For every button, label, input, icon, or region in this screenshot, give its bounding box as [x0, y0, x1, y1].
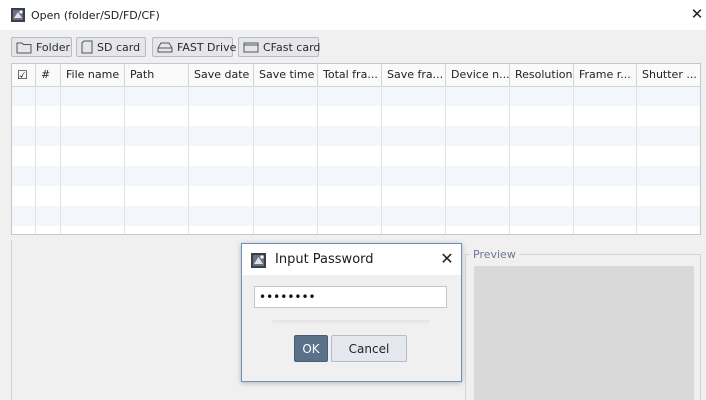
table-row[interactable]: [12, 166, 700, 186]
fast-drive-icon: [157, 42, 173, 53]
password-input[interactable]: [254, 286, 447, 308]
table-bottom-line: [12, 234, 701, 235]
column-divider: [636, 86, 637, 234]
folder-button-label: Folder: [36, 40, 70, 54]
source-toolbar: Folder SD card FAST Drive CFast card: [0, 30, 706, 60]
folder-button[interactable]: Folder: [11, 37, 72, 57]
sd-card-button-label: SD card: [97, 40, 141, 54]
dialog-title: Input Password: [275, 252, 374, 267]
table-row[interactable]: [12, 186, 700, 206]
window-title: Open (folder/SD/FD/CF): [31, 9, 160, 22]
column-divider: [124, 86, 125, 234]
app-icon: [11, 8, 25, 22]
dialog-title-bar: Input Password ✕: [242, 244, 461, 275]
table-header: ☑ # File name Path Save date Save time T…: [12, 64, 700, 87]
preview-label: Preview: [470, 248, 519, 261]
ok-button[interactable]: OK: [294, 335, 328, 362]
column-divider: [35, 86, 36, 234]
column-divider: [573, 86, 574, 234]
dialog-close-button[interactable]: ✕: [440, 250, 454, 268]
column-header-number[interactable]: #: [36, 64, 61, 86]
column-divider: [445, 86, 446, 234]
cfast-card-button[interactable]: CFast card: [238, 37, 321, 57]
column-divider: [509, 86, 510, 234]
column-header-path[interactable]: Path: [125, 64, 189, 86]
folder-icon: [16, 42, 32, 53]
column-header-save-frames[interactable]: Save fra...: [382, 64, 446, 86]
left-panel-border: [11, 240, 12, 400]
table-row[interactable]: [12, 86, 700, 106]
column-header-shutter[interactable]: Shutter ...: [637, 64, 700, 86]
column-divider: [317, 86, 318, 234]
column-header-device-name[interactable]: Device n...: [446, 64, 510, 86]
cfast-card-button-label: CFast card: [263, 40, 321, 54]
sd-card-icon: [81, 40, 93, 54]
table-row[interactable]: [12, 106, 700, 126]
input-password-dialog: Input Password ✕ OK Cancel: [241, 243, 462, 382]
preview-image-area: [474, 266, 694, 400]
column-header-file-name[interactable]: File name: [61, 64, 125, 86]
column-divider: [60, 86, 61, 234]
column-header-save-date[interactable]: Save date: [189, 64, 254, 86]
open-dialog-window: Open (folder/SD/FD/CF) ✕ Folder SD card …: [0, 0, 706, 400]
column-header-frame-rate[interactable]: Frame r...: [574, 64, 637, 86]
fast-drive-button-label: FAST Drive: [177, 40, 237, 54]
column-divider: [381, 86, 382, 234]
table-row[interactable]: [12, 146, 700, 166]
cfast-card-icon: [243, 42, 259, 53]
fast-drive-button[interactable]: FAST Drive: [152, 37, 237, 57]
title-bar: Open (folder/SD/FD/CF) ✕: [0, 0, 706, 30]
column-divider: [188, 86, 189, 234]
cancel-button[interactable]: Cancel: [331, 335, 407, 362]
window-close-button[interactable]: ✕: [690, 6, 704, 22]
dialog-separator: [272, 320, 430, 325]
sd-card-button[interactable]: SD card: [76, 37, 146, 57]
table-row[interactable]: [12, 206, 700, 226]
table-row[interactable]: [12, 126, 700, 146]
select-all-checkbox[interactable]: ☑: [12, 64, 36, 86]
column-header-resolution[interactable]: Resolution: [510, 64, 574, 86]
column-header-total-frames[interactable]: Total fra...: [318, 64, 382, 86]
column-header-save-time[interactable]: Save time: [254, 64, 318, 86]
file-table: ☑ # File name Path Save date Save time T…: [11, 63, 701, 235]
column-divider: [253, 86, 254, 234]
app-icon: [251, 253, 266, 268]
